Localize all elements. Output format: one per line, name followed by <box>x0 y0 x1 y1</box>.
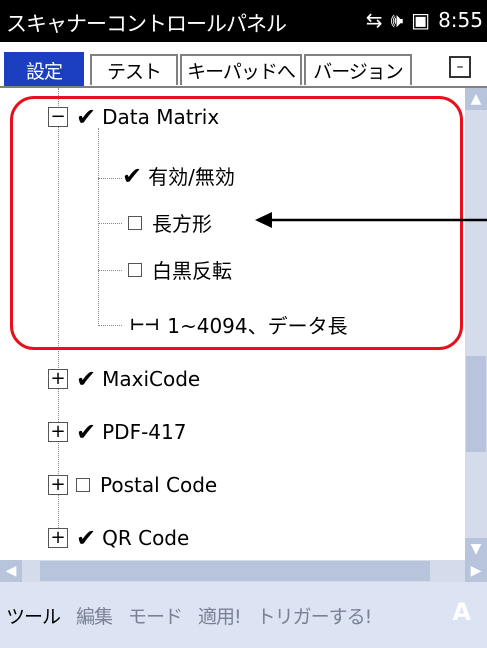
annotation-layer <box>255 212 487 228</box>
pointer-arrow-head <box>255 212 272 228</box>
